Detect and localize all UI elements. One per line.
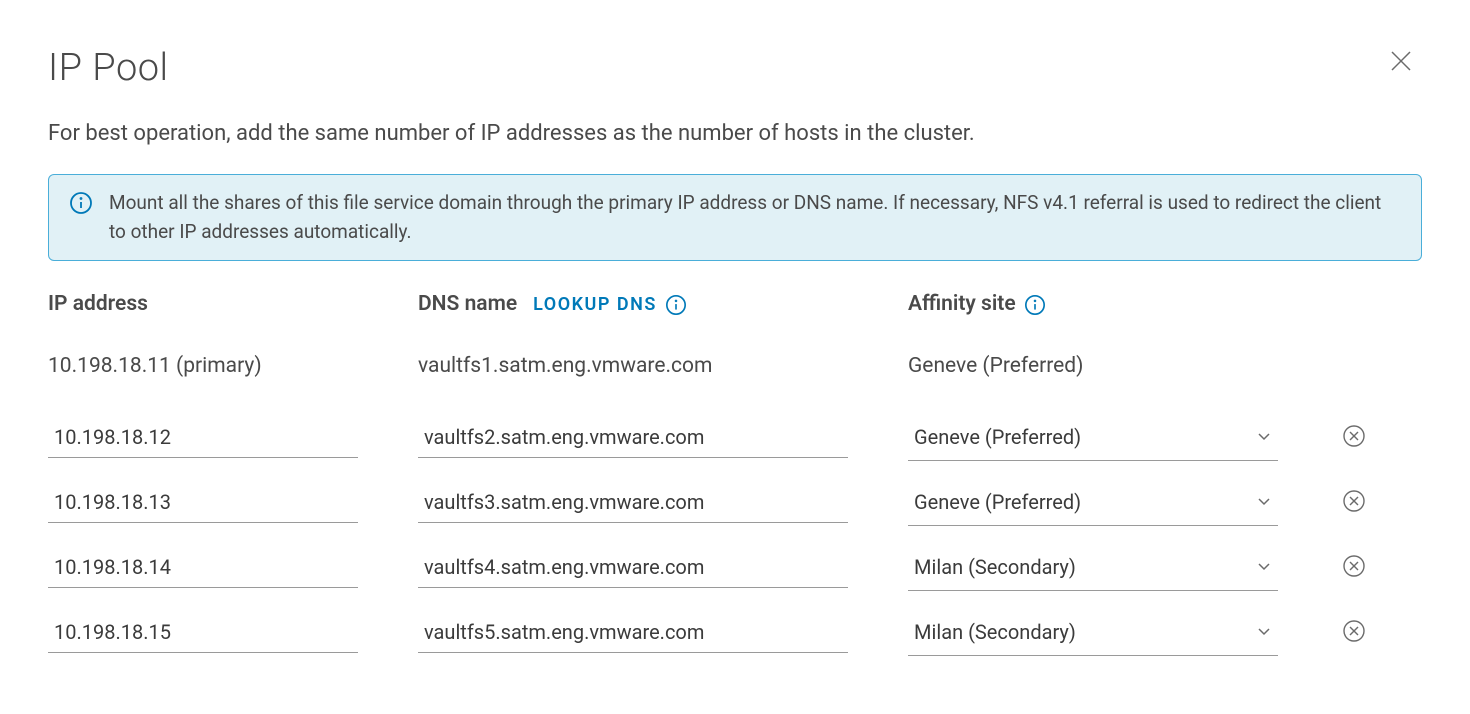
table-row: Geneve (Preferred) xyxy=(48,414,1422,461)
primary-ip-value: 10.198.18.11 (primary) xyxy=(48,345,418,389)
chevron-down-icon xyxy=(1256,487,1272,517)
remove-row-button[interactable] xyxy=(1338,485,1370,520)
remove-icon xyxy=(1342,424,1366,451)
dns-name-input[interactable] xyxy=(418,417,848,458)
dns-name-input[interactable] xyxy=(418,547,848,588)
table-row: Milan (Secondary) xyxy=(48,544,1422,591)
ip-address-input[interactable] xyxy=(48,482,358,523)
table-row: Milan (Secondary) xyxy=(48,609,1422,656)
chevron-down-icon xyxy=(1256,552,1272,582)
chevron-down-icon xyxy=(1256,617,1272,647)
info-icon[interactable] xyxy=(1024,294,1046,316)
remove-icon xyxy=(1342,619,1366,646)
info-icon[interactable] xyxy=(665,294,687,316)
dns-header-label: DNS name xyxy=(418,289,517,321)
remove-icon xyxy=(1342,489,1366,516)
ip-address-input[interactable] xyxy=(48,417,358,458)
ip-pool-table: IP address DNS name LOOKUP DNS Affinity … xyxy=(48,289,1422,656)
info-banner: Mount all the shares of this file servic… xyxy=(48,174,1422,261)
affinity-site-value: Milan (Secondary) xyxy=(914,617,1076,647)
column-header-affinity: Affinity site xyxy=(908,289,1338,321)
lookup-dns-link[interactable]: LOOKUP DNS xyxy=(533,291,657,318)
affinity-site-value: Geneve (Preferred) xyxy=(914,487,1081,517)
description-text: For best operation, add the same number … xyxy=(48,117,1422,150)
info-banner-text: Mount all the shares of this file servic… xyxy=(109,189,1401,246)
column-header-ip: IP address xyxy=(48,289,418,321)
ip-address-input[interactable] xyxy=(48,612,358,653)
remove-icon xyxy=(1342,554,1366,581)
dns-name-input[interactable] xyxy=(418,612,848,653)
affinity-site-value: Milan (Secondary) xyxy=(914,552,1076,582)
affinity-site-value: Geneve (Preferred) xyxy=(914,422,1081,452)
primary-dns-value: vaultfs1.satm.eng.vmware.com xyxy=(418,345,908,389)
close-icon xyxy=(1388,48,1414,74)
table-row-primary: 10.198.18.11 (primary) vaultfs1.satm.eng… xyxy=(48,345,1422,389)
chevron-down-icon xyxy=(1256,422,1272,452)
affinity-site-select[interactable]: Milan (Secondary) xyxy=(908,544,1278,591)
table-row: Geneve (Preferred) xyxy=(48,479,1422,526)
page-title: IP Pool xyxy=(48,40,169,97)
close-button[interactable] xyxy=(1380,40,1422,82)
affinity-site-select[interactable]: Geneve (Preferred) xyxy=(908,479,1278,526)
primary-affinity-value: Geneve (Preferred) xyxy=(908,345,1338,389)
info-icon xyxy=(69,191,93,224)
remove-row-button[interactable] xyxy=(1338,550,1370,585)
remove-row-button[interactable] xyxy=(1338,420,1370,455)
affinity-header-label: Affinity site xyxy=(908,289,1016,321)
dns-name-input[interactable] xyxy=(418,482,848,523)
column-header-dns: DNS name LOOKUP DNS xyxy=(418,289,908,321)
remove-row-button[interactable] xyxy=(1338,615,1370,650)
affinity-site-select[interactable]: Milan (Secondary) xyxy=(908,609,1278,656)
ip-address-input[interactable] xyxy=(48,547,358,588)
table-header-row: IP address DNS name LOOKUP DNS Affinity … xyxy=(48,289,1422,321)
affinity-site-select[interactable]: Geneve (Preferred) xyxy=(908,414,1278,461)
